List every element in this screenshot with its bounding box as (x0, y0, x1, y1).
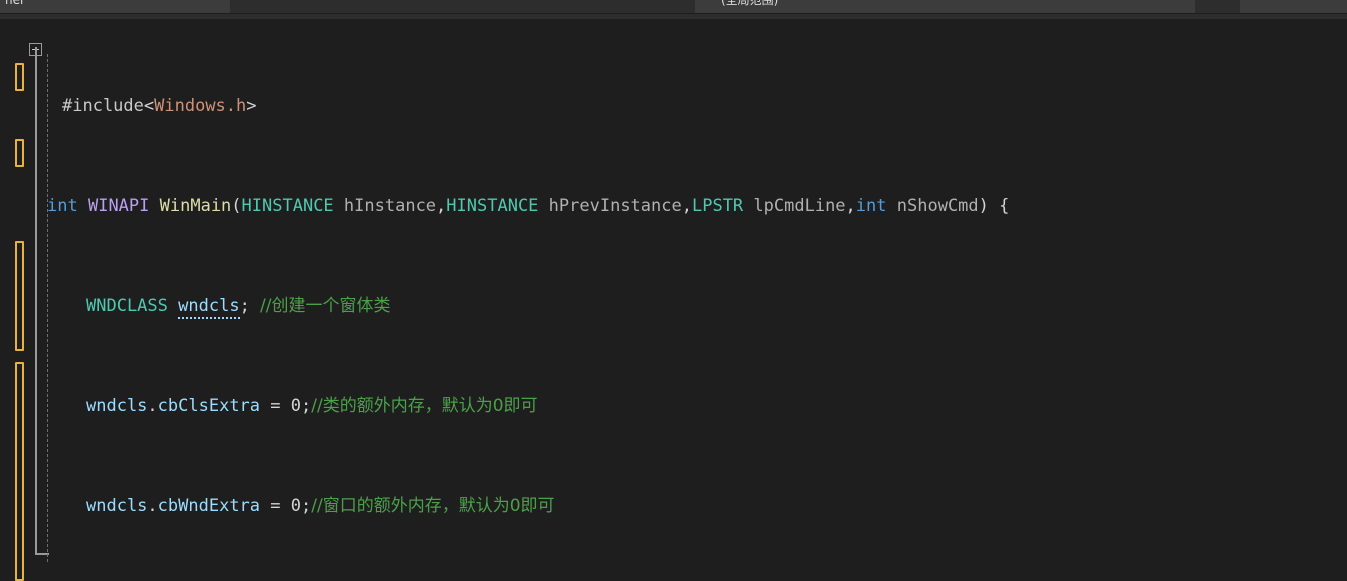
token-comment: //窗口的额外内存，默认为0即可 (311, 496, 555, 516)
code-line[interactable]: WNDCLASS wndcls; //创建一个窗体类 (0, 294, 1347, 319)
token-param: lpCmdLine (753, 196, 846, 216)
token-type: WNDCLASS (86, 296, 168, 316)
scope-member-label: ner (5, 0, 25, 7)
code-line[interactable]: int WINAPI WinMain(HINSTANCE hInstance,H… (0, 194, 1347, 219)
code-line[interactable]: wndcls.cbWndExtra = 0;//窗口的额外内存，默认为0即可 (0, 494, 1347, 519)
token-include-target: Windows.h (154, 96, 247, 116)
token-keyword: int (47, 196, 78, 216)
navbar-trailing-region (1240, 0, 1347, 13)
token-number: 0 (290, 496, 302, 516)
token-member: cbWndExtra (157, 496, 261, 516)
scope-member-dropdown[interactable]: ner (0, 0, 230, 13)
navbar-divider-right (1195, 0, 1240, 13)
token-punct: < (143, 96, 155, 116)
code-editor-surface[interactable]: #include<Windows.h> int WINAPI WinMain(H… (0, 19, 1347, 581)
code-text-layer[interactable]: #include<Windows.h> int WINAPI WinMain(H… (0, 19, 1347, 581)
token-type: LPSTR (691, 196, 744, 216)
token-punct: > (246, 96, 257, 116)
token-comment: //类的额外内存，默认为0即可 (311, 396, 538, 416)
token-number: 0 (290, 396, 302, 416)
token-comment: //创建一个窗体类 (260, 296, 391, 316)
scope-global-dropdown[interactable]: (全局范围) (695, 0, 1195, 13)
code-line[interactable]: wndcls.cbClsExtra = 0;//类的额外内存，默认为0即可 (0, 394, 1347, 419)
token-variable: wndcls (178, 296, 240, 319)
token-type: HINSTANCE (446, 196, 539, 216)
token-type: HINSTANCE (241, 196, 334, 216)
token-preprocessor: #include (62, 96, 144, 116)
token-variable: wndcls (86, 496, 148, 516)
token-variable: wndcls (86, 396, 148, 416)
token-param: hPrevInstance (548, 196, 682, 216)
token-member: cbClsExtra (157, 396, 261, 416)
editor-scope-navbar: ner (全局范围) (0, 0, 1347, 14)
token-keyword: int (855, 196, 887, 216)
token-function: WinMain (159, 196, 232, 216)
token-param: nShowCmd (896, 196, 979, 216)
token-param: hInstance (343, 196, 437, 216)
navbar-divider-left (230, 0, 695, 13)
token-macro: WINAPI (87, 196, 150, 216)
scope-global-label: (全局范围) (721, 0, 779, 7)
code-line[interactable]: #include<Windows.h> (0, 94, 1347, 119)
